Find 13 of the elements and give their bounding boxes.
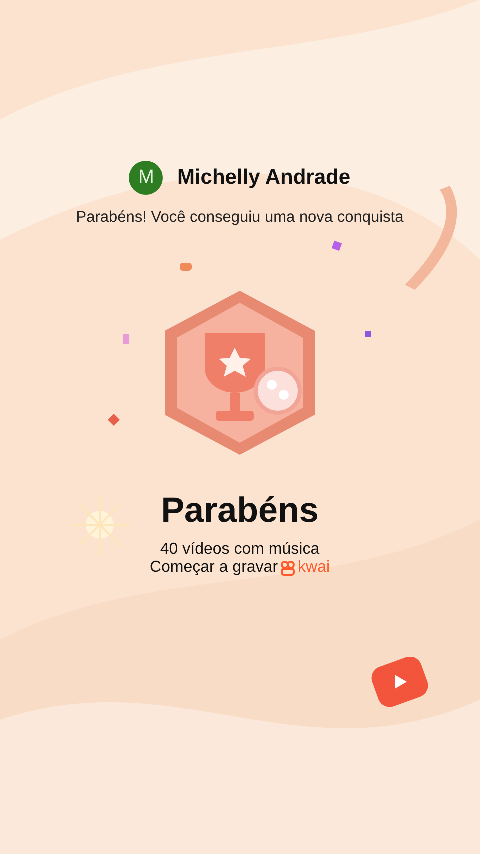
confetti-piece [365, 331, 371, 337]
user-name: Michelly Andrade [177, 166, 351, 190]
achievement-description: 40 vídeos com música [160, 541, 320, 559]
brand-name: kwai [298, 559, 330, 577]
sparkle-icon [108, 414, 120, 426]
achievement-title: Parabéns [161, 491, 319, 531]
firework-drawing [69, 494, 131, 556]
message-text: Parabéns! Você conseguiu uma nova conquista [76, 209, 404, 227]
confetti-piece [180, 263, 192, 271]
confetti-piece [332, 240, 342, 252]
action-text: Começar a gravar [150, 559, 278, 577]
kwai-logo-icon [280, 560, 296, 576]
confetti-piece [123, 334, 129, 344]
